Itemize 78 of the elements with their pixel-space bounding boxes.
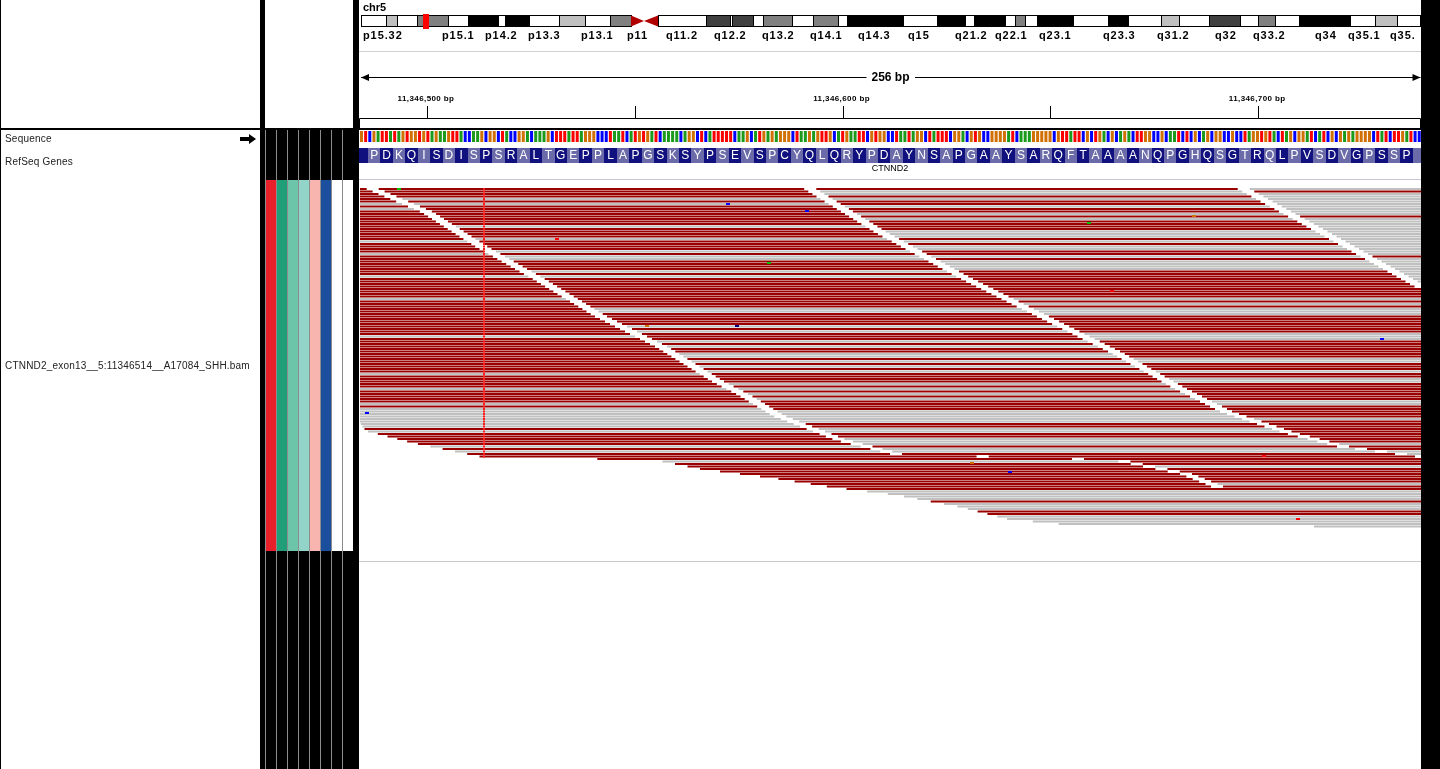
amino-acid: P (579, 148, 592, 163)
partial-codon (359, 148, 368, 163)
track-name[interactable]: RefSeq Genes (5, 156, 73, 168)
amino-acid: D (380, 148, 393, 163)
track-name[interactable]: Sequence (5, 133, 52, 145)
chromosome-ideogram[interactable] (359, 14, 1421, 29)
amino-acid: G (965, 148, 978, 163)
amino-acid: Q (803, 148, 816, 163)
amino-acid: A (977, 148, 990, 163)
amino-acid: A (1027, 148, 1040, 163)
amino-acid: P (1288, 148, 1301, 163)
band-label: q34 (1315, 29, 1337, 41)
band-label: q12.2 (714, 29, 747, 41)
amino-acid: C (778, 148, 791, 163)
amino-acid: S (1313, 148, 1326, 163)
band-label: q15 (908, 29, 930, 41)
band-label: p15.1 (442, 29, 475, 41)
amino-acid: P (1164, 148, 1177, 163)
amino-acid: R (1251, 148, 1264, 163)
partial-codon (1412, 148, 1421, 163)
amino-acid: Q (828, 148, 841, 163)
amino-acid: S (1375, 148, 1388, 163)
band-label: p13.3 (528, 29, 561, 41)
amino-acid: S (654, 148, 667, 163)
amino-acid: G (1176, 148, 1189, 163)
amino-acid: Q (405, 148, 418, 163)
amino-acid: V (1338, 148, 1351, 163)
band-label: q31.2 (1157, 29, 1190, 41)
amino-acid: I (455, 148, 468, 163)
band-label: q11.2 (666, 29, 699, 41)
band-label: q21.2 (955, 29, 988, 41)
amino-acid: P (1400, 148, 1413, 163)
amino-acid: N (915, 148, 928, 163)
amino-acid: Y (1002, 148, 1015, 163)
amino-acid: A (517, 148, 530, 163)
amino-acid: S (716, 148, 729, 163)
amino-acid: T (542, 148, 555, 163)
band-label: q14.3 (858, 29, 891, 41)
amino-acid: E (567, 148, 580, 163)
band-label: q22.1 (995, 29, 1028, 41)
tick-label: 11,346,600 bp (813, 93, 870, 104)
amino-acid: A (1114, 148, 1127, 163)
band-label: q13.2 (762, 29, 795, 41)
amino-acid: P (1363, 148, 1376, 163)
amino-acid: A (890, 148, 903, 163)
span-length: 256 bp (870, 70, 911, 84)
amino-acid: Q (1052, 148, 1065, 163)
amino-acid: Y (691, 148, 704, 163)
band-label: p11 (627, 29, 649, 41)
band-label: q33.2 (1253, 29, 1286, 41)
amino-acid: Q (1201, 148, 1214, 163)
amino-acid: P (766, 148, 779, 163)
band-label: q23.3 (1103, 29, 1136, 41)
tick-label: 11,346,700 bp (1228, 93, 1286, 104)
amino-acid: Y (853, 148, 866, 163)
chromosome-name: chr5 (362, 0, 387, 14)
amino-acid: N (1139, 148, 1152, 163)
band-label: p14.2 (485, 29, 518, 41)
gene-name: CTNND2 (870, 164, 910, 173)
band-label: q35. (1390, 29, 1416, 41)
right-arrow-icon[interactable] (240, 134, 256, 144)
amino-acid: P (368, 148, 381, 163)
band-label: q14.1 (810, 29, 843, 41)
tick-label: 11,346,500 bp (397, 93, 455, 104)
band-label: q35.1 (1348, 29, 1381, 41)
band-label: p13.1 (581, 29, 614, 41)
amino-acid: A (940, 148, 953, 163)
amino-acid: G (1226, 148, 1239, 163)
band-label: q32 (1215, 29, 1237, 41)
band-label: p15.32 (363, 29, 403, 41)
track-name[interactable]: CTNND2_exon13__5:11346514__A17084_SHH.bam (5, 360, 250, 372)
amino-acid: S (492, 148, 505, 163)
amino-acid: L (604, 148, 617, 163)
band-label: q23.1 (1039, 29, 1072, 41)
amino-acid: V (741, 148, 754, 163)
amino-acid: A (1089, 148, 1102, 163)
amino-acid: P (629, 148, 642, 163)
amino-acid: S (430, 148, 443, 163)
